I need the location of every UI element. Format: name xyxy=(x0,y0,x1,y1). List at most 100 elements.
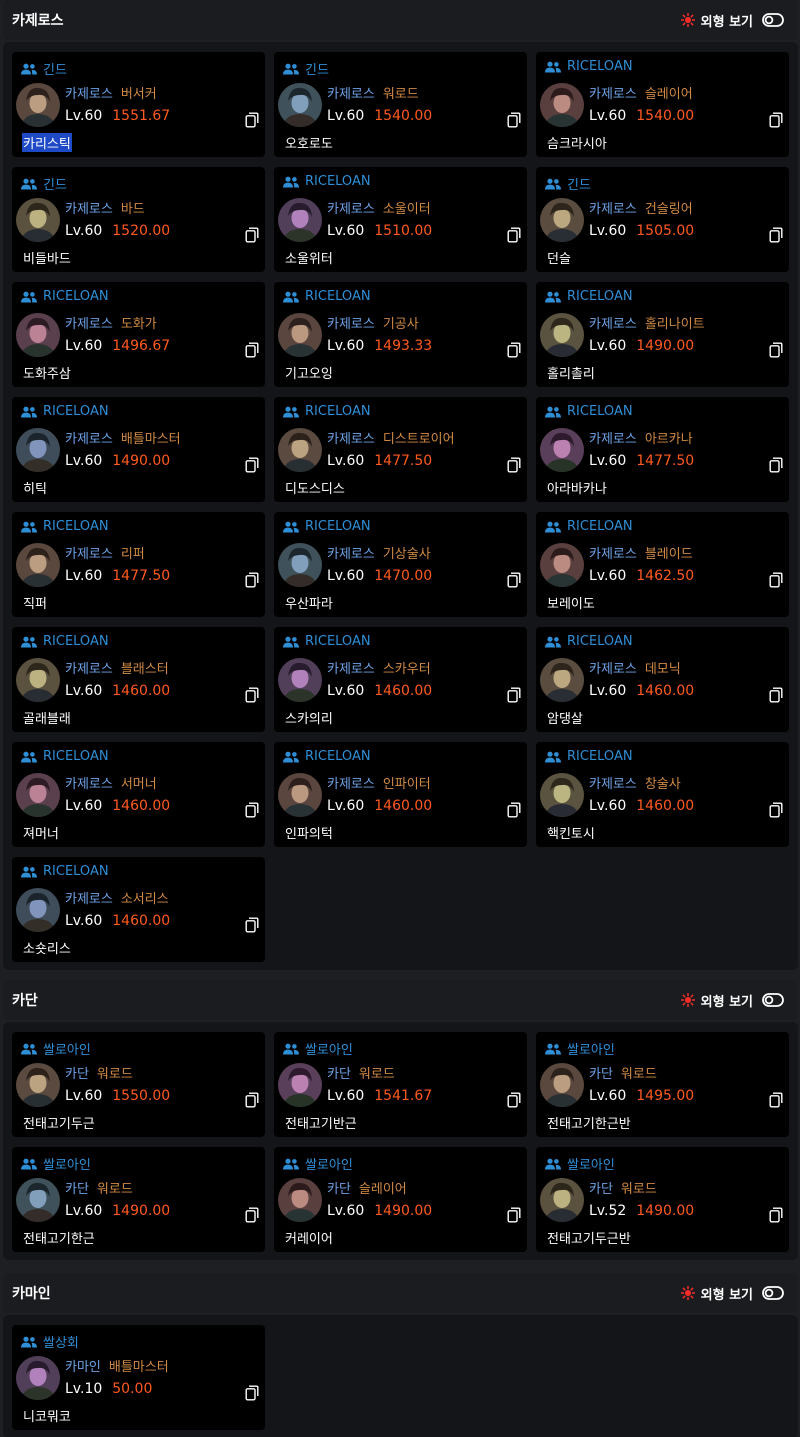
class-name: 배틀마스터 xyxy=(120,432,181,447)
character-card[interactable]: RICELOAN 카제로스 도화가 Lv.60 1496.67 도화주삼 xyxy=(12,282,265,387)
copy-icon[interactable] xyxy=(769,572,783,588)
copy-icon[interactable] xyxy=(507,227,521,243)
character-card[interactable]: RICELOAN 카제로스 창술사 Lv.60 1460.00 핵킨토시 xyxy=(536,742,789,847)
server-class-row: 카제로스 홀리나이트 xyxy=(589,313,705,332)
character-card[interactable]: 쌀로아인 카단 워로드 Lv.60 1490.00 전태고기한근 xyxy=(12,1147,265,1252)
server-class-row: 카제로스 배틀마스터 xyxy=(65,428,181,447)
copy-icon[interactable] xyxy=(245,227,259,243)
copy-icon[interactable] xyxy=(769,342,783,358)
character-card[interactable]: RICELOAN 카제로스 리퍼 Lv.60 1477.50 직퍼 xyxy=(12,512,265,617)
guild-name: 쌀상회 xyxy=(43,1336,79,1351)
character-card[interactable]: 쌀로아인 카단 워로드 Lv.60 1541.67 전태고기반근 xyxy=(274,1032,527,1137)
appearance-toggle[interactable]: 외형 보기 xyxy=(680,11,784,30)
character-level: Lv.60 xyxy=(65,683,103,699)
toggle-switch-icon[interactable] xyxy=(762,13,784,27)
class-name: 아르카나 xyxy=(644,432,693,447)
character-card[interactable]: RICELOAN 카제로스 기공사 Lv.60 1493.33 기고오잉 xyxy=(274,282,527,387)
copy-icon[interactable] xyxy=(769,112,783,128)
copy-icon[interactable] xyxy=(245,1207,259,1223)
copy-icon[interactable] xyxy=(507,687,521,703)
copy-icon[interactable] xyxy=(507,112,521,128)
guild-name: RICELOAN xyxy=(567,289,633,304)
character-card[interactable]: RICELOAN 카제로스 서머너 Lv.60 1460.00 져머너 xyxy=(12,742,265,847)
character-card[interactable]: 긴드 카제로스 건슬링어 Lv.60 1505.00 던슬 xyxy=(536,167,789,272)
copy-icon[interactable] xyxy=(769,457,783,473)
copy-icon[interactable] xyxy=(769,1092,783,1108)
character-level: Lv.60 xyxy=(327,798,365,814)
character-level: Lv.60 xyxy=(65,568,103,584)
people-icon xyxy=(545,1158,561,1169)
character-card[interactable]: RICELOAN 카제로스 기상술사 Lv.60 1470.00 우산파라 xyxy=(274,512,527,617)
character-card[interactable]: RICELOAN 카제로스 블래스터 Lv.60 1460.00 골래블래 xyxy=(12,627,265,732)
guild-row: RICELOAN xyxy=(545,289,633,304)
copy-icon[interactable] xyxy=(507,457,521,473)
character-card[interactable]: RICELOAN 카제로스 소울이터 Lv.60 1510.00 소울위터 xyxy=(274,167,527,272)
avatar xyxy=(278,543,322,587)
character-level: Lv.60 xyxy=(327,453,365,469)
copy-icon[interactable] xyxy=(245,1092,259,1108)
server-name: 카제로스 xyxy=(589,662,637,677)
copy-icon[interactable] xyxy=(245,687,259,703)
level-row: Lv.60 1460.00 xyxy=(589,683,694,699)
copy-icon[interactable] xyxy=(507,342,521,358)
character-card[interactable]: 긴드 카제로스 바드 Lv.60 1520.00 비들바드 xyxy=(12,167,265,272)
character-card[interactable]: 쌀로아인 카단 워로드 Lv.52 1490.00 전태고기두근반 xyxy=(536,1147,789,1252)
copy-icon[interactable] xyxy=(507,572,521,588)
character-card[interactable]: RICELOAN 카제로스 디스트로이어 Lv.60 1477.50 디도스디스 xyxy=(274,397,527,502)
sun-icon xyxy=(680,1286,695,1300)
avatar xyxy=(540,198,584,242)
character-card[interactable]: RICELOAN 카제로스 배틀마스터 Lv.60 1490.00 히틱 xyxy=(12,397,265,502)
copy-icon[interactable] xyxy=(245,1385,259,1401)
copy-icon[interactable] xyxy=(507,1092,521,1108)
guild-row: RICELOAN xyxy=(21,864,109,879)
guild-row: RICELOAN xyxy=(545,749,633,764)
people-icon xyxy=(21,521,37,532)
character-card[interactable]: RICELOAN 카제로스 블레이드 Lv.60 1462.50 보레이도 xyxy=(536,512,789,617)
copy-icon[interactable] xyxy=(245,917,259,933)
copy-icon[interactable] xyxy=(769,687,783,703)
character-level: Lv.60 xyxy=(589,683,627,699)
character-card[interactable]: 긴드 카제로스 워로드 Lv.60 1540.00 오호로도 xyxy=(274,52,527,157)
copy-icon[interactable] xyxy=(245,802,259,818)
copy-icon[interactable] xyxy=(769,227,783,243)
copy-icon[interactable] xyxy=(245,572,259,588)
copy-icon[interactable] xyxy=(507,1207,521,1223)
character-card[interactable]: RICELOAN 카제로스 데모닉 Lv.60 1460.00 암댕살 xyxy=(536,627,789,732)
character-card[interactable]: 쌀로아인 카단 슬레이어 Lv.60 1490.00 커레이어 xyxy=(274,1147,527,1252)
toggle-switch-icon[interactable] xyxy=(762,1286,784,1300)
character-card[interactable]: RICELOAN 카제로스 아르카나 Lv.60 1477.50 아라바카나 xyxy=(536,397,789,502)
character-name: 도화주삼 xyxy=(23,367,71,382)
item-level: 1551.67 xyxy=(112,108,171,124)
character-card[interactable]: 쌀로아인 카단 워로드 Lv.60 1495.00 전태고기한근반 xyxy=(536,1032,789,1137)
guild-row: 긴드 xyxy=(21,59,67,78)
copy-icon[interactable] xyxy=(507,802,521,818)
appearance-toggle[interactable]: 외형 보기 xyxy=(680,1284,784,1303)
character-card[interactable]: 긴드 카제로스 버서커 Lv.60 1551.67 카리스틱 xyxy=(12,52,265,157)
server-class-row: 카단 워로드 xyxy=(65,1063,133,1082)
server-class-row: 카단 워로드 xyxy=(327,1063,395,1082)
people-icon xyxy=(283,521,299,532)
guild-row: RICELOAN xyxy=(283,174,371,189)
character-card[interactable]: RICELOAN 카제로스 슬레이어 Lv.60 1540.00 슴크라시아 xyxy=(536,52,789,157)
class-name: 소울이터 xyxy=(382,202,431,217)
copy-icon[interactable] xyxy=(245,112,259,128)
section-header: 카단 외형 보기 xyxy=(3,980,798,1020)
character-card[interactable]: RICELOAN 카제로스 인파이터 Lv.60 1460.00 인파의턱 xyxy=(274,742,527,847)
appearance-toggle[interactable]: 외형 보기 xyxy=(680,991,784,1010)
copy-icon[interactable] xyxy=(769,802,783,818)
character-card[interactable]: RICELOAN 카제로스 홀리나이트 Lv.60 1490.00 홀리촐리 xyxy=(536,282,789,387)
guild-row: RICELOAN xyxy=(283,634,371,649)
character-card[interactable]: RICELOAN 카제로스 소서리스 Lv.60 1460.00 소숏리스 xyxy=(12,857,265,962)
guild-name: 쌀로아인 xyxy=(567,1043,615,1058)
character-card[interactable]: 쌀로아인 카단 워로드 Lv.60 1550.00 전태고기두근 xyxy=(12,1032,265,1137)
character-name: 져머너 xyxy=(23,827,59,842)
character-card[interactable]: RICELOAN 카제로스 스카우터 Lv.60 1460.00 스카의리 xyxy=(274,627,527,732)
copy-icon[interactable] xyxy=(245,457,259,473)
toggle-switch-icon[interactable] xyxy=(762,993,784,1007)
character-card[interactable]: 쌀상회 카마인 배틀마스터 Lv.10 50.00 니코뭐코 xyxy=(12,1325,265,1430)
copy-icon[interactable] xyxy=(769,1207,783,1223)
copy-icon[interactable] xyxy=(245,342,259,358)
server-class-row: 카제로스 아르카나 xyxy=(589,428,693,447)
character-level: Lv.60 xyxy=(589,223,627,239)
guild-row: RICELOAN xyxy=(21,519,109,534)
